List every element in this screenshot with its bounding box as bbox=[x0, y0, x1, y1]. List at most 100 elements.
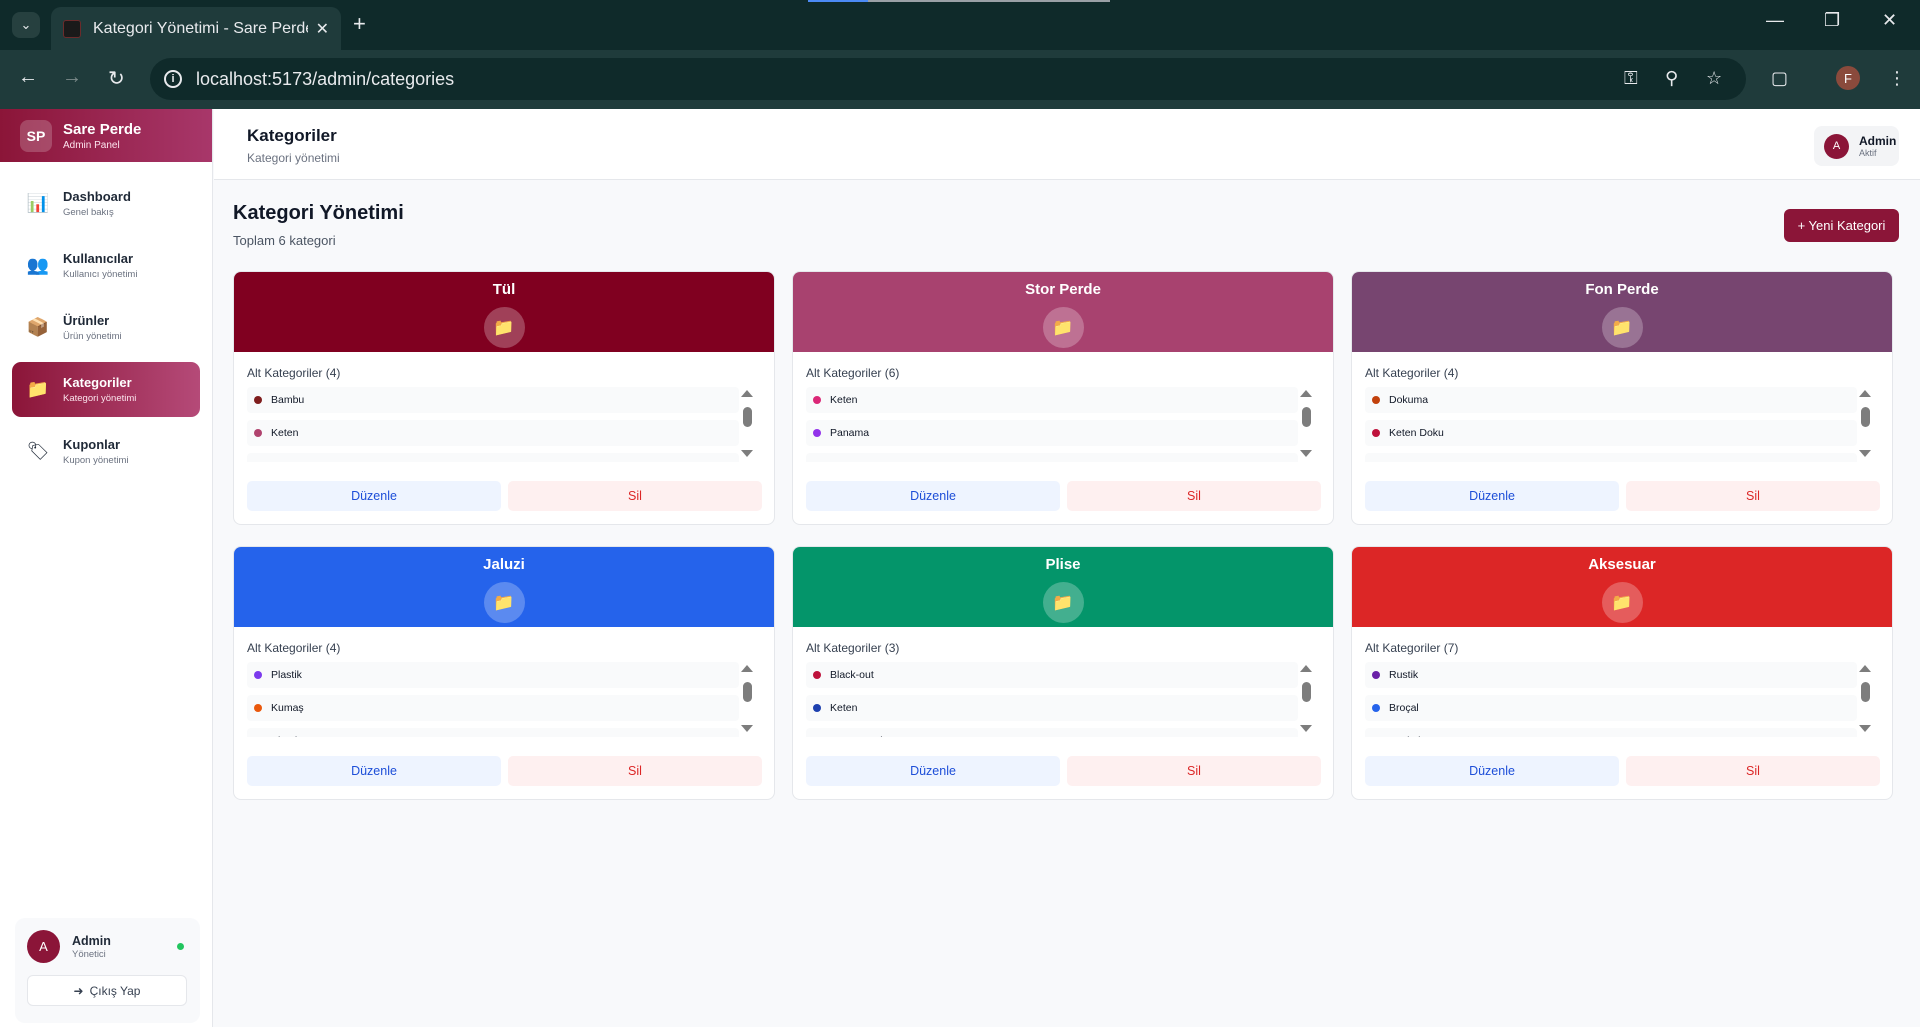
subcategory-item[interactable]: Mat bbox=[806, 453, 1298, 462]
folder-icon: 📁 bbox=[1042, 307, 1084, 348]
edit-button[interactable]: Düzenle bbox=[1365, 756, 1619, 786]
brand-logo: SP bbox=[20, 119, 52, 152]
bookmark-star-icon[interactable]: ☆ bbox=[1706, 68, 1722, 89]
subcategory-list[interactable]: Keten Panama Mat bbox=[806, 387, 1321, 462]
address-bar[interactable]: i localhost:5173/admin/categories ⚿ ⚲ ☆ bbox=[150, 58, 1746, 100]
loading-bar-progress bbox=[808, 0, 868, 2]
subcategory-header: Alt Kategoriler (3) bbox=[806, 641, 900, 655]
scroll-down-arrow-icon[interactable] bbox=[1300, 725, 1312, 732]
subcategory-item[interactable]: Püskül bbox=[1365, 728, 1857, 737]
subcategory-list[interactable]: Dokuma Keten Doku Saten bbox=[1365, 387, 1880, 462]
edit-button[interactable]: Düzenle bbox=[247, 756, 501, 786]
sidebar-item-categories[interactable]: 📁 Kategoriler Kategori yönetimi bbox=[12, 362, 200, 417]
subcategory-label: Mat bbox=[830, 460, 848, 462]
subcategory-color-dot bbox=[254, 704, 262, 712]
user-name: Admin bbox=[1859, 134, 1897, 148]
logout-button[interactable]: ➜ Çıkış Yap bbox=[27, 975, 187, 1006]
scrollbar-thumb[interactable] bbox=[1302, 682, 1311, 702]
subcategory-item[interactable]: Plastik bbox=[247, 662, 739, 688]
delete-button[interactable]: Sil bbox=[1067, 481, 1321, 511]
subcategory-list[interactable]: Rustik Broçal Püskül bbox=[1365, 662, 1880, 737]
profile-avatar[interactable]: F bbox=[1836, 66, 1860, 90]
subcategory-item[interactable]: Alüminyum bbox=[247, 728, 739, 737]
chart-icon: 📊 bbox=[26, 193, 50, 213]
user-menu[interactable]: A Admin Aktif bbox=[1814, 126, 1899, 166]
scroll-up-arrow-icon[interactable] bbox=[1300, 665, 1312, 672]
delete-button[interactable]: Sil bbox=[1626, 756, 1880, 786]
subcategory-item[interactable]: Krep bbox=[247, 453, 739, 462]
delete-button[interactable]: Sil bbox=[508, 481, 762, 511]
category-name: Fon Perde bbox=[1585, 281, 1659, 298]
subcategory-label: Alüminyum bbox=[271, 735, 323, 737]
scroll-up-arrow-icon[interactable] bbox=[1859, 665, 1871, 672]
site-info-icon[interactable]: i bbox=[164, 70, 182, 88]
subcategory-item[interactable]: Honeycomb bbox=[806, 728, 1298, 737]
page-subtitle: Kategori yönetimi bbox=[247, 151, 340, 165]
minimize-icon[interactable]: — bbox=[1766, 10, 1784, 31]
tab-search-button[interactable]: ⌄ bbox=[12, 12, 40, 38]
user-status: Aktif bbox=[1859, 148, 1877, 158]
edit-button[interactable]: Düzenle bbox=[247, 481, 501, 511]
restore-icon[interactable]: ❐ bbox=[1824, 10, 1840, 31]
sidebar-item-products[interactable]: 📦 Ürünler Ürün yönetimi bbox=[12, 300, 200, 355]
subcategory-item[interactable]: Bambu bbox=[247, 387, 739, 413]
sidebar-item-users[interactable]: 👥 Kullanıcılar Kullanıcı yönetimi bbox=[12, 238, 200, 293]
category-card-header: Fon Perde 📁 bbox=[1352, 272, 1892, 352]
subcategory-item[interactable]: Kumaş bbox=[247, 695, 739, 721]
sidebar-item-subtitle: Kategori yönetimi bbox=[63, 393, 137, 404]
scroll-up-arrow-icon[interactable] bbox=[1859, 390, 1871, 397]
edit-button[interactable]: Düzenle bbox=[806, 481, 1060, 511]
scroll-down-arrow-icon[interactable] bbox=[1300, 450, 1312, 457]
password-key-icon[interactable]: ⚿ bbox=[1624, 68, 1638, 89]
subcategory-item[interactable]: Rustik bbox=[1365, 662, 1857, 688]
edit-button[interactable]: Düzenle bbox=[1365, 481, 1619, 511]
scrollbar-thumb[interactable] bbox=[743, 682, 752, 702]
subcategory-list[interactable]: Black-out Keten Honeycomb bbox=[806, 662, 1321, 737]
new-tab-icon[interactable]: + bbox=[353, 12, 366, 36]
scrollbar-thumb[interactable] bbox=[1861, 682, 1870, 702]
scroll-up-arrow-icon[interactable] bbox=[741, 390, 753, 397]
delete-button[interactable]: Sil bbox=[1626, 481, 1880, 511]
logout-icon: ➜ bbox=[73, 983, 84, 998]
subcategory-item[interactable]: Keten Doku bbox=[1365, 420, 1857, 446]
card-actions: Düzenle Sil bbox=[806, 756, 1321, 786]
delete-button[interactable]: Sil bbox=[508, 756, 762, 786]
close-window-icon[interactable]: ✕ bbox=[1882, 10, 1897, 31]
subcategory-list[interactable]: Bambu Keten Krep bbox=[247, 387, 762, 462]
subcategory-item[interactable]: Keten bbox=[247, 420, 739, 446]
scrollbar-thumb[interactable] bbox=[1861, 407, 1870, 427]
main-content: Kategori Yönetimi Toplam 6 kategori + Ye… bbox=[214, 180, 1920, 1027]
subcategory-item[interactable]: Dokuma bbox=[1365, 387, 1857, 413]
subcategory-item[interactable]: Saten bbox=[1365, 453, 1857, 462]
scroll-up-arrow-icon[interactable] bbox=[1300, 390, 1312, 397]
category-card: Aksesuar 📁 Alt Kategoriler (7) Rustik Br… bbox=[1351, 546, 1893, 800]
back-icon[interactable]: ← bbox=[18, 66, 38, 89]
category-name: Jaluzi bbox=[483, 556, 525, 573]
scroll-down-arrow-icon[interactable] bbox=[741, 450, 753, 457]
scroll-down-arrow-icon[interactable] bbox=[1859, 725, 1871, 732]
scroll-up-arrow-icon[interactable] bbox=[741, 665, 753, 672]
scroll-down-arrow-icon[interactable] bbox=[1859, 450, 1871, 457]
browser-menu-icon[interactable]: ⋮ bbox=[1888, 68, 1906, 89]
subcategory-list[interactable]: Plastik Kumaş Alüminyum bbox=[247, 662, 762, 737]
scrollbar-thumb[interactable] bbox=[743, 407, 752, 427]
sidebar-item-dashboard[interactable]: 📊 Dashboard Genel bakış bbox=[12, 176, 200, 231]
scroll-down-arrow-icon[interactable] bbox=[741, 725, 753, 732]
extensions-icon[interactable]: ▢ bbox=[1771, 68, 1788, 89]
new-category-button[interactable]: + Yeni Kategori bbox=[1784, 209, 1899, 242]
tab-close-icon[interactable]: ✕ bbox=[316, 19, 329, 39]
subcategory-item[interactable]: Broçal bbox=[1365, 695, 1857, 721]
reload-icon[interactable]: ↻ bbox=[108, 66, 125, 91]
delete-button[interactable]: Sil bbox=[1067, 756, 1321, 786]
zoom-icon[interactable]: ⚲ bbox=[1665, 68, 1678, 89]
browser-tab[interactable]: Kategori Yönetimi - Sare Perde ✕ bbox=[51, 7, 341, 50]
subcategory-label: Black-out bbox=[830, 669, 874, 681]
scrollbar-thumb[interactable] bbox=[1302, 407, 1311, 427]
subcategory-item[interactable]: Panama bbox=[806, 420, 1298, 446]
sidebar-item-coupons[interactable]: 🏷 Kuponlar Kupon yönetimi bbox=[12, 424, 200, 479]
subcategory-item[interactable]: Keten bbox=[806, 387, 1298, 413]
edit-button[interactable]: Düzenle bbox=[806, 756, 1060, 786]
subcategory-item[interactable]: Keten bbox=[806, 695, 1298, 721]
subcategory-item[interactable]: Black-out bbox=[806, 662, 1298, 688]
forward-icon[interactable]: → bbox=[62, 66, 82, 89]
